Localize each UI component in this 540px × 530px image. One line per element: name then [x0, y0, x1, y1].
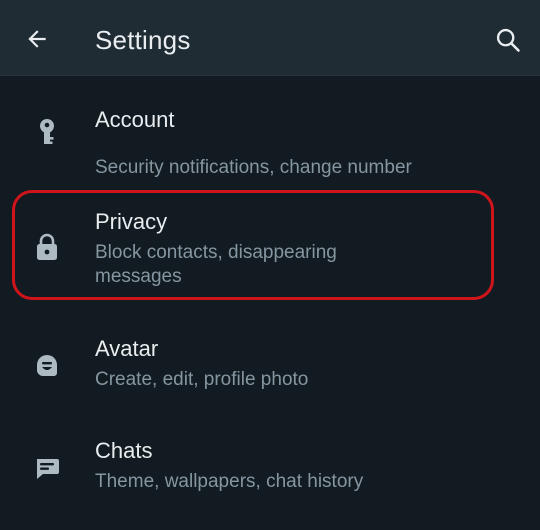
page-title: Settings [95, 25, 191, 55]
settings-item-title: Privacy [95, 209, 168, 234]
settings-item-chats[interactable]: Chats Theme, wallpapers, chat history [0, 430, 540, 520]
settings-screen: Settings Account Security notifications, [0, 0, 540, 530]
arrow-left-icon [28, 30, 46, 48]
settings-item-subtitle: Block contacts, disappearing messages [95, 242, 337, 287]
settings-item-privacy[interactable]: Privacy Block contacts, disappearing mes… [0, 200, 540, 300]
settings-item-subtitle: Security notifications, change number [95, 157, 412, 178]
search-icon [496, 28, 520, 52]
settings-item-subtitle: Create, edit, profile photo [95, 369, 309, 390]
app-bar: Settings [0, 0, 540, 76]
lock-icon [30, 230, 64, 264]
settings-item-title: Chats [95, 438, 153, 463]
settings-item-title: Account [95, 107, 175, 132]
settings-item-account[interactable]: Account Security notifications, change n… [0, 92, 540, 192]
settings-item-title: Avatar [95, 336, 159, 361]
key-icon [30, 116, 64, 150]
back-button[interactable] [20, 22, 54, 56]
avatar-icon [30, 348, 64, 382]
settings-item-subtitle: Theme, wallpapers, chat history [95, 471, 364, 492]
search-button[interactable] [490, 22, 526, 58]
settings-item-avatar[interactable]: Avatar Create, edit, profile photo [0, 328, 540, 418]
chat-icon [30, 452, 64, 486]
